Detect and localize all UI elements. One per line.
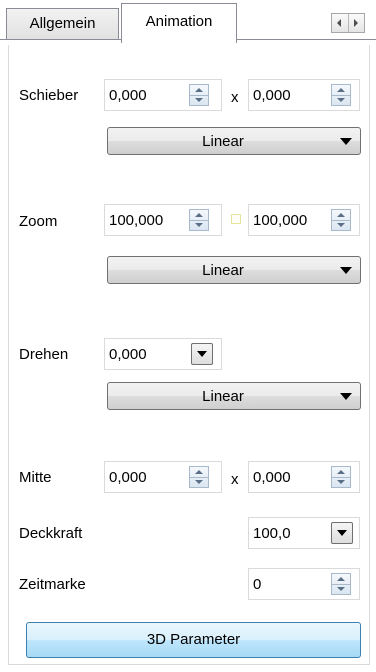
drehen-field[interactable]: 0,000 (104, 338, 222, 370)
zoom-label: Zoom (19, 213, 58, 230)
scroll-right-icon[interactable] (348, 14, 364, 32)
schieber-interpolation-select[interactable]: Linear (107, 127, 361, 155)
spinner-down-icon[interactable] (195, 223, 203, 227)
schieber-interpolation-value: Linear (202, 133, 244, 150)
spinner-down-icon[interactable] (337, 480, 345, 484)
zeitmarke-spinner[interactable] (331, 573, 351, 595)
zoom-y-value: 100,000 (253, 212, 308, 229)
schieber-y-field[interactable]: 0,000 (248, 79, 360, 111)
zoom-x-field[interactable]: 100,000 (104, 204, 222, 236)
zoom-x-value: 100,000 (109, 212, 164, 229)
spinner-up-icon[interactable] (337, 213, 345, 217)
mitte-separator: x (231, 471, 239, 488)
schieber-x-value: 0,000 (109, 87, 147, 104)
zeitmarke-value: 0 (253, 576, 262, 593)
tab-animation[interactable]: Animation (121, 3, 237, 43)
tab-strip: Allgemein Animation (0, 0, 376, 44)
dropdown-arrow-icon (340, 138, 352, 145)
zeitmarke-field[interactable]: 0 (248, 568, 360, 600)
spinner-up-icon[interactable] (337, 88, 345, 92)
scroll-left-icon[interactable] (332, 14, 349, 32)
mitte-y-spinner[interactable] (331, 466, 351, 488)
zoom-x-spinner[interactable] (189, 209, 209, 231)
spinner-down-icon[interactable] (337, 587, 345, 591)
schieber-y-spinner[interactable] (331, 84, 351, 106)
deckkraft-label: Deckkraft (19, 525, 83, 542)
dropdown-arrow-icon (340, 393, 352, 400)
dropdown-arrow-icon (337, 530, 347, 536)
mitte-x-field[interactable]: 0,000 (104, 461, 222, 493)
3d-parameter-button[interactable]: 3D Parameter (26, 622, 361, 658)
spinner-up-icon[interactable] (195, 213, 203, 217)
drehen-value: 0,000 (109, 346, 147, 363)
spinner-down-icon[interactable] (195, 480, 203, 484)
mitte-label: Mitte (19, 469, 52, 486)
aspect-lock-icon[interactable] (231, 214, 241, 224)
dropdown-arrow-icon (197, 351, 207, 357)
zoom-interpolation-value: Linear (202, 262, 244, 279)
drehen-interpolation-value: Linear (202, 388, 244, 405)
zoom-y-spinner[interactable] (331, 209, 351, 231)
schieber-x-spinner[interactable] (189, 84, 209, 106)
schieber-separator: x (231, 89, 239, 106)
deckkraft-value: 100,0 (253, 525, 291, 542)
zoom-y-field[interactable]: 100,000 (248, 204, 360, 236)
tab-scroll-buttons (331, 13, 365, 33)
mitte-x-spinner[interactable] (189, 466, 209, 488)
mitte-y-value: 0,000 (253, 469, 291, 486)
zoom-interpolation-select[interactable]: Linear (107, 256, 361, 284)
schieber-label: Schieber (19, 87, 79, 104)
drehen-label: Drehen (19, 346, 69, 363)
spinner-up-icon[interactable] (337, 577, 345, 581)
zeitmarke-label: Zeitmarke (19, 576, 86, 593)
spinner-up-icon[interactable] (195, 470, 203, 474)
drehen-dropdown-button[interactable] (191, 343, 213, 365)
schieber-x-field[interactable]: 0,000 (104, 79, 222, 111)
spinner-down-icon[interactable] (337, 98, 345, 102)
dropdown-arrow-icon (340, 267, 352, 274)
schieber-y-value: 0,000 (253, 87, 291, 104)
spinner-down-icon[interactable] (337, 223, 345, 227)
spinner-up-icon[interactable] (195, 88, 203, 92)
mitte-y-field[interactable]: 0,000 (248, 461, 360, 493)
deckkraft-dropdown-button[interactable] (331, 522, 353, 544)
deckkraft-field[interactable]: 100,0 (248, 517, 360, 549)
mitte-x-value: 0,000 (109, 469, 147, 486)
spinner-down-icon[interactable] (195, 98, 203, 102)
drehen-interpolation-select[interactable]: Linear (107, 382, 361, 410)
tab-allgemein[interactable]: Allgemein (6, 8, 119, 39)
spinner-up-icon[interactable] (337, 470, 345, 474)
